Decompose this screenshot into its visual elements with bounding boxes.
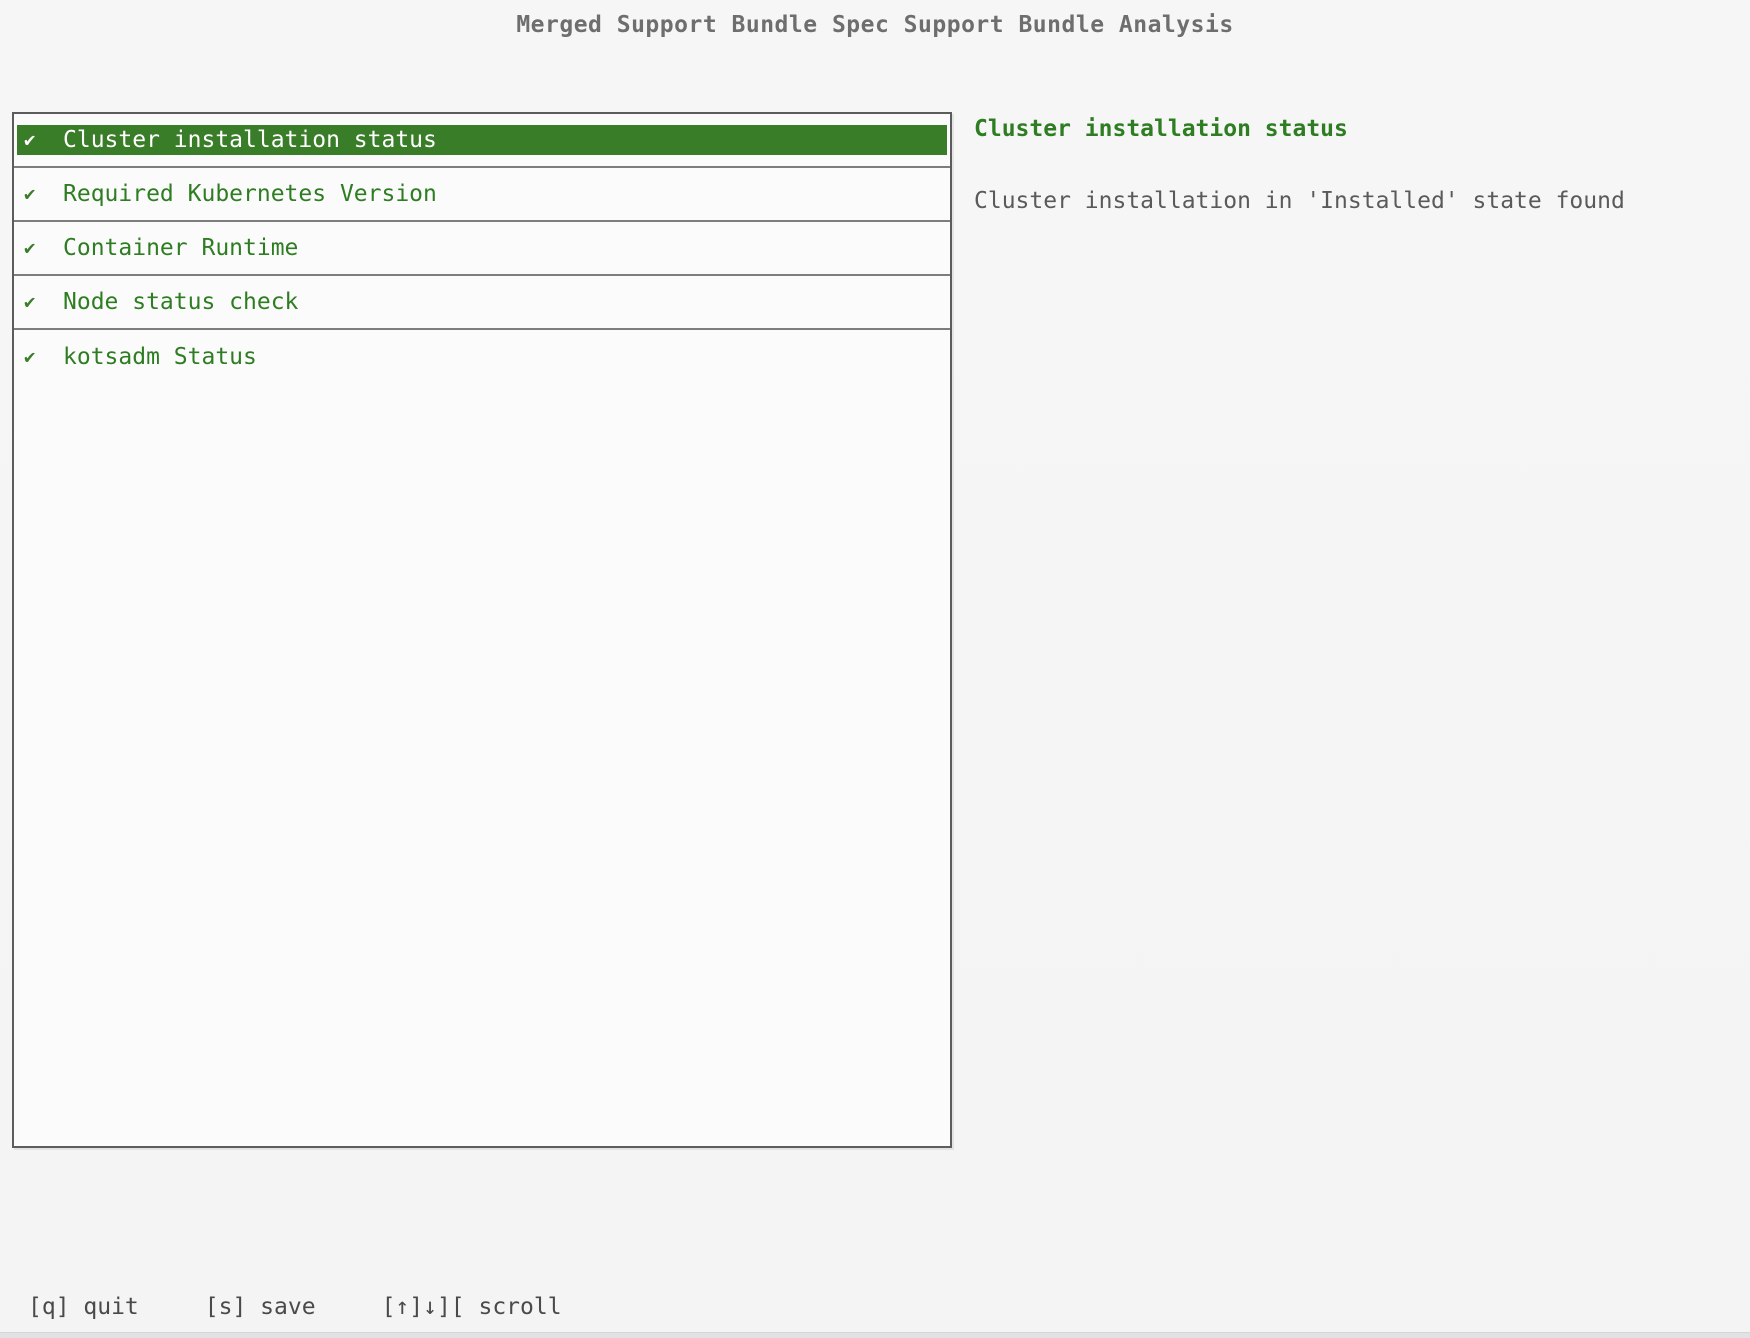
list-item-kotsadm-status[interactable]: ✔ kotsadm Status bbox=[14, 330, 950, 384]
keybinding-hints: [q] quit [s] save [↑]↓][ scroll bbox=[28, 1294, 562, 1320]
quit-hint: [q] quit bbox=[28, 1294, 139, 1320]
detail-message: Cluster installation in 'Installed' stat… bbox=[974, 188, 1625, 214]
list-item-required-kubernetes-version[interactable]: ✔ Required Kubernetes Version bbox=[14, 168, 950, 222]
save-hint: [s] save bbox=[205, 1294, 316, 1320]
terminal-screen: Merged Support Bundle Spec Support Bundl… bbox=[0, 0, 1750, 1338]
list-item-label: Node status check bbox=[63, 289, 298, 315]
check-icon: ✔ bbox=[24, 129, 46, 151]
list-item-label: kotsadm Status bbox=[63, 344, 257, 370]
list-item-node-status-check[interactable]: ✔ Node status check bbox=[14, 276, 950, 330]
list-item-container-runtime[interactable]: ✔ Container Runtime bbox=[14, 222, 950, 276]
check-icon: ✔ bbox=[24, 346, 46, 368]
page-title: Merged Support Bundle Spec Support Bundl… bbox=[0, 12, 1750, 38]
check-icon: ✔ bbox=[24, 291, 46, 313]
detail-heading: Cluster installation status bbox=[974, 116, 1348, 142]
list-item-label: Required Kubernetes Version bbox=[63, 181, 437, 207]
list-item-label: Cluster installation status bbox=[63, 127, 437, 153]
list-item-label: Container Runtime bbox=[63, 235, 298, 261]
window-bottom-edge bbox=[0, 1332, 1750, 1338]
list-item-cluster-installation-status[interactable]: ✔ Cluster installation status bbox=[14, 114, 950, 168]
analyzer-results-list: ✔ Cluster installation status ✔ Required… bbox=[12, 112, 952, 1148]
check-icon: ✔ bbox=[24, 183, 46, 205]
check-icon: ✔ bbox=[24, 237, 46, 259]
scroll-hint: [↑]↓][ scroll bbox=[382, 1294, 562, 1320]
